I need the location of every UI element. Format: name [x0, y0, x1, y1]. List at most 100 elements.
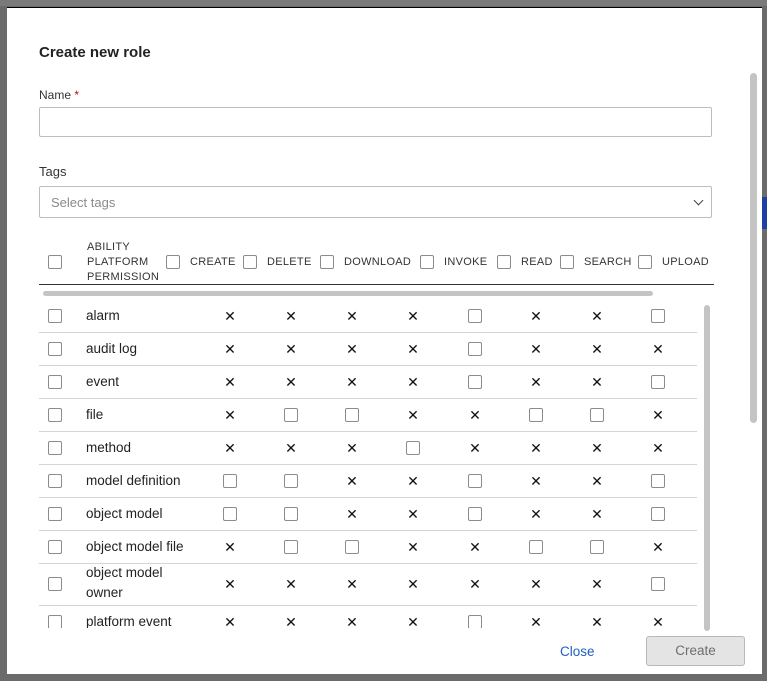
permission-checkbox[interactable]: [468, 374, 482, 389]
column-checkbox-search[interactable]: [560, 255, 574, 269]
table-row: platform event ✕ ✕ ✕ ✕ ✕ ✕ ✕: [39, 605, 697, 628]
column-header-delete: DELETE: [267, 256, 312, 268]
disabled-cross-icon: ✕: [407, 613, 419, 629]
name-input[interactable]: [39, 107, 712, 137]
permission-checkbox[interactable]: [284, 539, 298, 554]
row-checkbox[interactable]: [48, 440, 62, 455]
permission-checkbox[interactable]: [529, 539, 543, 554]
column-checkbox-download[interactable]: [320, 255, 334, 269]
disabled-cross-icon: ✕: [591, 472, 603, 489]
permission-checkbox[interactable]: [590, 539, 604, 554]
disabled-cross-icon: ✕: [285, 576, 297, 592]
disabled-cross-icon: ✕: [407, 576, 419, 592]
permission-checkbox[interactable]: [406, 440, 420, 455]
permission-checkbox[interactable]: [651, 308, 665, 323]
permission-checkbox[interactable]: [590, 407, 604, 422]
row-permission-name: model definition: [86, 472, 181, 488]
close-button[interactable]: Close: [560, 644, 595, 659]
name-label: Name *: [39, 88, 79, 102]
disabled-cross-icon: ✕: [530, 576, 542, 592]
permissions-table-body: alarm ✕ ✕ ✕ ✕ ✕ ✕ audit log ✕ ✕ ✕ ✕ ✕ ✕ ✕ event ✕ ✕ ✕ ✕ ✕ ✕ fi…: [39, 299, 699, 628]
disabled-cross-icon: ✕: [407, 406, 419, 423]
permission-checkbox[interactable]: [223, 473, 237, 488]
disabled-cross-icon: ✕: [530, 472, 542, 489]
column-checkbox-invoke[interactable]: [420, 255, 434, 269]
permission-checkbox[interactable]: [468, 614, 482, 628]
disabled-cross-icon: ✕: [652, 406, 664, 423]
permission-checkbox[interactable]: [468, 308, 482, 323]
permission-checkbox[interactable]: [529, 407, 543, 422]
row-checkbox[interactable]: [48, 308, 62, 323]
permission-checkbox[interactable]: [284, 506, 298, 521]
disabled-cross-icon: ✕: [346, 340, 358, 357]
disabled-cross-icon: ✕: [591, 439, 603, 456]
disabled-cross-icon: ✕: [346, 613, 358, 629]
permission-checkbox[interactable]: [284, 473, 298, 488]
column-header-upload: UPLOAD: [662, 256, 710, 268]
row-permission-name: audit log: [86, 340, 138, 356]
table-horizontal-scrollbar[interactable]: [43, 291, 653, 296]
row-permission-name: event: [86, 373, 120, 389]
disabled-cross-icon: ✕: [346, 439, 358, 456]
disabled-cross-icon: ✕: [346, 576, 358, 592]
disabled-cross-icon: ✕: [285, 613, 297, 629]
row-checkbox[interactable]: [48, 614, 62, 628]
row-checkbox[interactable]: [48, 577, 62, 591]
disabled-cross-icon: ✕: [285, 340, 297, 357]
permission-checkbox[interactable]: [651, 506, 665, 521]
permission-header-label: ABILITY: [87, 241, 131, 253]
disabled-cross-icon: ✕: [224, 613, 236, 629]
disabled-cross-icon: ✕: [407, 340, 419, 357]
disabled-cross-icon: ✕: [591, 576, 603, 592]
column-header-search: SEARCH: [584, 256, 632, 268]
disabled-cross-icon: ✕: [407, 472, 419, 489]
disabled-cross-icon: ✕: [224, 307, 236, 324]
column-checkbox-delete[interactable]: [243, 255, 257, 269]
row-checkbox[interactable]: [48, 407, 62, 422]
disabled-cross-icon: ✕: [224, 439, 236, 456]
tags-select[interactable]: Select tags: [39, 186, 712, 218]
permission-checkbox[interactable]: [284, 407, 298, 422]
permission-checkbox[interactable]: [345, 407, 359, 422]
column-checkbox-upload[interactable]: [638, 255, 652, 269]
table-row: object model ✕ ✕ ✕ ✕: [39, 497, 697, 531]
table-vertical-scrollbar[interactable]: [704, 305, 710, 631]
row-checkbox[interactable]: [48, 473, 62, 488]
disabled-cross-icon: ✕: [530, 373, 542, 390]
disabled-cross-icon: ✕: [346, 472, 358, 489]
dialog-scrollbar[interactable]: [750, 73, 757, 423]
column-checkbox-create[interactable]: [166, 255, 180, 269]
table-row: event ✕ ✕ ✕ ✕ ✕ ✕: [39, 365, 697, 399]
row-checkbox[interactable]: [48, 539, 62, 554]
permission-checkbox[interactable]: [651, 374, 665, 389]
disabled-cross-icon: ✕: [407, 373, 419, 390]
create-button[interactable]: Create: [646, 636, 745, 666]
row-checkbox[interactable]: [48, 374, 62, 389]
permission-checkbox[interactable]: [468, 341, 482, 356]
table-row: model definition ✕ ✕ ✕ ✕: [39, 464, 697, 498]
disabled-cross-icon: ✕: [530, 505, 542, 522]
permission-checkbox[interactable]: [651, 473, 665, 488]
row-checkbox[interactable]: [48, 506, 62, 521]
disabled-cross-icon: ✕: [652, 340, 664, 357]
permission-checkbox[interactable]: [651, 577, 665, 591]
disabled-cross-icon: ✕: [224, 340, 236, 357]
column-checkbox-read[interactable]: [497, 255, 511, 269]
disabled-cross-icon: ✕: [407, 307, 419, 324]
row-permission-name: alarm: [86, 307, 120, 323]
create-role-dialog: Create new role Name * Tags Select tags …: [7, 7, 762, 674]
permission-checkbox[interactable]: [468, 506, 482, 521]
disabled-cross-icon: ✕: [591, 340, 603, 357]
disabled-cross-icon: ✕: [346, 505, 358, 522]
select-all-checkbox[interactable]: [48, 255, 62, 269]
table-row: audit log ✕ ✕ ✕ ✕ ✕ ✕ ✕: [39, 332, 697, 366]
permission-checkbox[interactable]: [223, 506, 237, 521]
column-header-create: CREATE: [190, 256, 236, 268]
permission-checkbox[interactable]: [468, 473, 482, 488]
permission-checkbox[interactable]: [345, 539, 359, 554]
disabled-cross-icon: ✕: [407, 505, 419, 522]
table-row: alarm ✕ ✕ ✕ ✕ ✕ ✕: [39, 299, 697, 333]
disabled-cross-icon: ✕: [224, 373, 236, 390]
row-checkbox[interactable]: [48, 341, 62, 356]
disabled-cross-icon: ✕: [591, 613, 603, 629]
